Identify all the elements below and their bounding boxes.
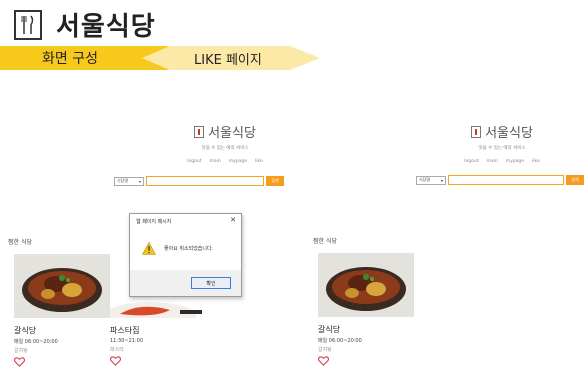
- search-button[interactable]: 검색: [266, 176, 284, 186]
- section-ribbon-secondary: LIKE 페이지: [170, 46, 290, 70]
- nav-mypage[interactable]: mypage: [506, 159, 524, 164]
- restaurant-category: 파스타: [110, 347, 124, 353]
- nav-logout[interactable]: logout: [187, 159, 201, 164]
- liked-section-label: 찜한 식당: [8, 239, 32, 246]
- nav-logout[interactable]: logout: [464, 159, 478, 164]
- restaurant-icon: [194, 125, 205, 138]
- right-search-bar: 식당명 ▾ 검색: [416, 175, 584, 185]
- left-nav: logout main mypage like: [145, 159, 305, 164]
- left-tagline: 맛을 수 있는 예약 서비스: [201, 146, 249, 151]
- restaurant-name[interactable]: 갈식당: [14, 325, 110, 336]
- food-image[interactable]: [318, 253, 414, 321]
- search-type-select[interactable]: 식당명 ▾: [114, 176, 144, 186]
- restaurant-hours: 매일 06:00~20:00: [318, 338, 362, 344]
- dialog-title: 웹 페이지 메시지: [136, 219, 172, 225]
- dialog-message: 좋아요 취소되었습니다.: [164, 245, 214, 252]
- left-search-bar: 식당명 ▾ 검색: [114, 176, 284, 186]
- nav-main[interactable]: main: [486, 159, 497, 164]
- warning-icon: [142, 241, 156, 255]
- heart-icon[interactable]: [318, 356, 329, 366]
- restaurant-card[interactable]: 갈식당 매일 06:00~20:00 갈치탕: [14, 254, 110, 367]
- restaurant-name[interactable]: 갈식당: [318, 324, 414, 335]
- right-tagline: 맛을 수 있는 예약 서비스: [478, 146, 526, 151]
- restaurant-hours: 매일 06:00~20:00: [14, 339, 58, 345]
- left-brand[interactable]: 서울식당: [145, 122, 305, 141]
- nav-mypage[interactable]: mypage: [229, 159, 247, 164]
- right-brand[interactable]: 서울식당: [422, 122, 582, 141]
- liked-section-label: 찜한 식당: [313, 238, 337, 245]
- right-nav: logout main mypage like: [422, 159, 582, 164]
- restaurant-category: 갈치탕: [318, 347, 332, 353]
- alert-dialog: 웹 페이지 메시지 ✕ 좋아요 취소되었습니다. 확인: [129, 213, 242, 297]
- ribbon-arrow: [142, 46, 170, 70]
- nav-like[interactable]: like: [532, 159, 540, 164]
- restaurant-hours: 11:30~21:00: [110, 338, 144, 344]
- restaurant-icon: [471, 125, 482, 138]
- right-page-header: 서울식당 맛을 수 있는 예약 서비스 logout main mypage l…: [422, 122, 582, 164]
- search-input[interactable]: [146, 176, 264, 186]
- heart-icon[interactable]: [14, 357, 25, 367]
- nav-main[interactable]: main: [209, 159, 220, 164]
- chevron-down-icon: ▾: [440, 177, 443, 183]
- ribbon-end: [290, 46, 320, 70]
- search-input[interactable]: [448, 175, 564, 185]
- restaurant-card[interactable]: 갈식당 매일 06:00~20:00 갈치탕: [318, 253, 414, 366]
- search-button[interactable]: 검색: [566, 175, 584, 185]
- heart-icon[interactable]: [110, 356, 121, 366]
- nav-like[interactable]: like: [255, 159, 263, 164]
- slide-title: 서울식당: [56, 12, 156, 42]
- left-page-header: 서울식당 맛을 수 있는 예약 서비스 logout main mypage l…: [145, 122, 305, 164]
- logo-icon: [14, 10, 42, 40]
- search-type-select[interactable]: 식당명 ▾: [416, 175, 446, 185]
- dialog-footer: 확인: [130, 270, 241, 296]
- dialog-body: 좋아요 취소되었습니다.: [130, 228, 241, 268]
- ok-button[interactable]: 확인: [191, 277, 231, 289]
- close-icon[interactable]: ✕: [230, 216, 236, 224]
- chevron-down-icon: ▾: [138, 178, 141, 184]
- food-image[interactable]: [14, 254, 110, 322]
- restaurant-name[interactable]: 파스타집: [110, 325, 206, 336]
- restaurant-category: 갈치탕: [14, 348, 28, 354]
